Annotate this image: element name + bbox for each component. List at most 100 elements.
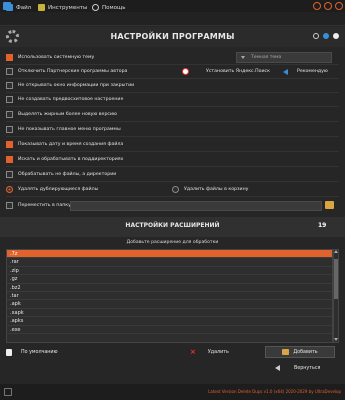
close-button[interactable]	[335, 2, 343, 10]
disable-partner-checkbox[interactable]	[6, 68, 13, 75]
extension-item[interactable]: .7z	[7, 250, 332, 259]
menu-file[interactable]: Файл	[6, 3, 31, 12]
extensions-title: НАСТРОЙКИ РАСШИРЕНИЙ	[125, 222, 220, 229]
extension-item[interactable]: .apk	[7, 300, 332, 309]
recommend-link[interactable]: Рекомендую	[283, 66, 328, 77]
scroll-up-icon[interactable]	[334, 250, 338, 253]
hide-main-menu[interactable]: Не показывать главное меню программы	[6, 124, 121, 135]
disable-partner-label: Отключить Партнерские программы автора	[18, 69, 128, 74]
no-info-window-checkbox[interactable]	[6, 82, 13, 89]
bold-newer-label: Выделять жирным более новую версию	[18, 112, 117, 117]
divider	[6, 121, 339, 122]
delete-button[interactable]: × Удалить	[190, 347, 229, 357]
menu-tools[interactable]: Инструменты	[38, 3, 87, 12]
move-to-folder[interactable]: Переместить в папку	[6, 200, 71, 211]
menu-file-label: Файл	[16, 4, 32, 11]
maximize-button[interactable]	[324, 2, 332, 10]
process-files-dirs[interactable]: Обрабатывать не файлы, а директории	[6, 169, 116, 180]
theme-icon[interactable]	[313, 33, 319, 39]
file-icon	[6, 4, 13, 11]
hide-main-menu-label: Не показывать главное меню программы	[18, 127, 121, 132]
divider	[6, 106, 339, 107]
page-title: НАСТРОЙКИ ПРОГРАММЫ	[110, 32, 235, 41]
no-restore-point[interactable]: Не создавать предвосхитовое настроение	[6, 94, 123, 105]
add-folder-icon	[282, 349, 290, 355]
divider	[6, 166, 339, 167]
show-date-checkbox[interactable]	[6, 141, 13, 148]
delete-duplicates-label: Удалять дублирующиеся файлы	[18, 187, 99, 192]
gear-icon	[92, 4, 99, 11]
extensions-count: 19	[318, 222, 327, 229]
default-button[interactable]: По умолчанию	[6, 347, 58, 357]
add-button[interactable]: Добавить	[265, 346, 335, 358]
folder-icon[interactable]	[325, 201, 334, 209]
install-yandex[interactable]: Установить Яндекс.Поиск	[182, 66, 270, 77]
disable-partner[interactable]: Отключить Партнерские программы автора	[6, 66, 127, 77]
extensions-subtitle: Добавьте расширение для обработки	[126, 240, 219, 245]
divider	[6, 181, 339, 182]
no-info-window-label: Не открывать окно информации при закрыти…	[18, 83, 135, 88]
scroll-down-icon[interactable]	[334, 338, 338, 341]
delete-label: Удалить	[207, 349, 229, 355]
return-button[interactable]: Вернуться	[275, 365, 320, 371]
delete-to-trash-radio[interactable]	[172, 186, 179, 193]
show-date-label: Показывать дату и время создания файла	[18, 142, 124, 147]
extension-item[interactable]: .zip	[7, 267, 332, 276]
delete-duplicates[interactable]: Удалять дублирующиеся файлы	[6, 184, 98, 195]
search-subdirs-label: Искать и обрабатывать в поддиректориях	[18, 157, 124, 162]
extension-item[interactable]: .tar	[7, 292, 332, 301]
install-yandex-label: Установить Яндекс.Поиск	[206, 69, 270, 74]
divider	[6, 78, 339, 79]
divider	[6, 151, 339, 152]
no-restore-point-label: Не создавать предвосхитовое настроение	[18, 97, 124, 102]
no-restore-point-checkbox[interactable]	[6, 96, 13, 103]
menu-help[interactable]: Помощь	[92, 3, 125, 12]
divider	[6, 92, 339, 93]
bold-newer[interactable]: Выделять жирным более новую версию	[6, 109, 117, 120]
extension-item[interactable]: .apks	[7, 317, 332, 326]
delete-duplicates-radio[interactable]	[6, 186, 13, 193]
extensions-list[interactable]: .7z .rar .zip .gz .bz2 .tar .apk .xapk .apks .exe	[6, 249, 333, 343]
use-system-theme-checkbox[interactable]	[6, 54, 13, 61]
bold-newer-checkbox[interactable]	[6, 111, 13, 118]
scrollbar-thumb[interactable]	[334, 259, 338, 299]
yandex-icon	[182, 68, 189, 75]
arrow-left-icon	[283, 68, 288, 75]
x-icon: ×	[190, 348, 196, 356]
minimize-button[interactable]	[313, 2, 321, 10]
extension-item[interactable]: .rar	[7, 258, 332, 267]
search-subdirs[interactable]: Искать и обрабатывать в поддиректориях	[6, 154, 123, 165]
divider	[6, 64, 339, 65]
move-to-folder-checkbox[interactable]	[6, 202, 13, 209]
add-label: Добавить	[293, 349, 318, 355]
search-subdirs-checkbox[interactable]	[6, 156, 13, 163]
menu-help-label: Помощь	[102, 4, 126, 11]
hide-main-menu-checkbox[interactable]	[6, 126, 13, 133]
no-info-window[interactable]: Не открывать окно информации при закрыти…	[6, 80, 134, 91]
folder-path-input[interactable]	[70, 201, 322, 211]
recommend-label: Рекомендую	[297, 69, 328, 74]
back-arrow-icon	[275, 365, 280, 371]
extension-item[interactable]: .exe	[7, 326, 332, 334]
footer-text: Latest Version Delete Dups v1.0 (x64) 20…	[208, 389, 341, 394]
theme-select[interactable]: Темная тема	[236, 52, 332, 63]
divider	[6, 136, 339, 137]
return-label: Вернуться	[294, 365, 321, 371]
use-system-theme-label: Использовать системную тему	[18, 55, 95, 60]
process-files-dirs-checkbox[interactable]	[6, 171, 13, 178]
info-icon[interactable]	[323, 33, 329, 39]
extension-item[interactable]: .gz	[7, 275, 332, 284]
move-to-folder-label: Переместить в папку	[18, 203, 71, 208]
extension-item[interactable]: .xapk	[7, 309, 332, 318]
tools-icon	[38, 4, 45, 11]
extension-item[interactable]: .bz2	[7, 284, 332, 292]
divider	[6, 196, 339, 197]
delete-to-trash-label: Удалить файлы в корзину	[184, 187, 249, 192]
theme-select-value: Темная тема	[251, 55, 282, 60]
light-icon[interactable]	[333, 33, 339, 39]
delete-to-trash[interactable]: Удалить файлы в корзину	[172, 184, 248, 195]
show-date[interactable]: Показывать дату и время создания файла	[6, 139, 123, 150]
document-icon	[6, 348, 12, 356]
default-label: По умолчанию	[21, 349, 58, 355]
use-system-theme[interactable]: Использовать системную тему	[6, 52, 94, 63]
